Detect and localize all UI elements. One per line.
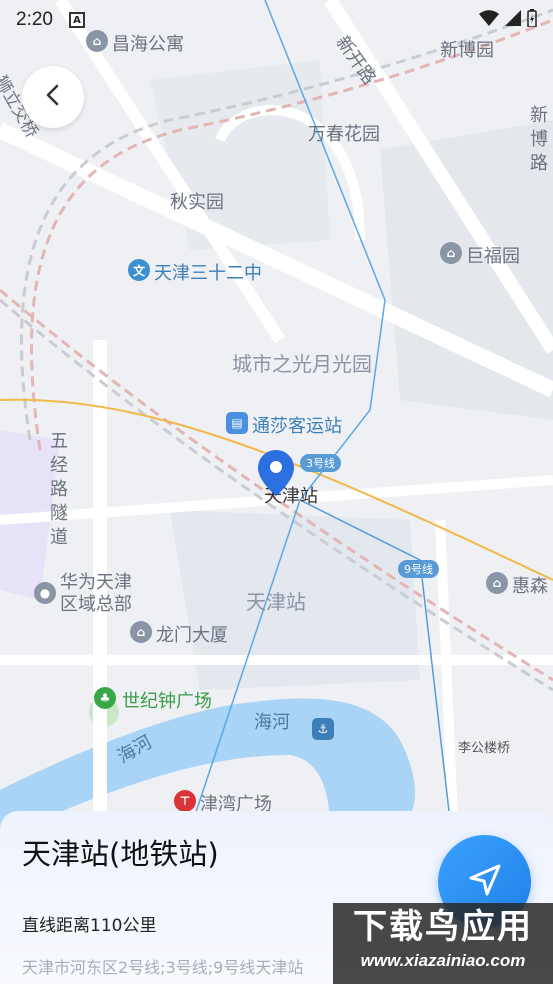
label-xinbo-road: 新博路 — [530, 105, 548, 174]
notification-icon: A — [68, 12, 85, 28]
label-century-clock: 世纪钟广场 — [122, 691, 212, 712]
label-jufu: 巨福园 — [466, 246, 520, 267]
label-longmen: 龙门大厦 — [156, 625, 228, 646]
navigation-arrow-icon — [467, 862, 503, 902]
watermark-url: www.xiazainiao.com — [360, 951, 526, 970]
status-time: 2:20 — [16, 9, 53, 30]
label-station-area: 天津站 — [246, 590, 306, 614]
line-9-tag: 9号线 — [398, 560, 439, 578]
label-tongsha: 通莎客运站 — [252, 416, 342, 437]
label-wanchun: 万春花园 — [308, 124, 380, 145]
anchor-icon: ⚓ — [312, 718, 334, 740]
label-haihe-1: 海河 — [254, 712, 290, 733]
label-huawei: 华为天津区域总部 — [60, 572, 132, 615]
building-icon: ⌂ — [486, 572, 508, 594]
place-address: 天津市河东区2号线;3号线;9号线天津站 — [22, 958, 304, 977]
bus-icon: ▤ — [226, 412, 248, 434]
back-button[interactable] — [22, 66, 84, 128]
watermark-logo: 下载鸟应用 www.xiazainiao.com — [333, 903, 553, 984]
wifi-icon — [479, 9, 499, 31]
building-icon: ⌂ — [440, 242, 462, 264]
line-3-tag: 3号线 — [300, 454, 341, 472]
signal-icon — [505, 9, 521, 31]
label-huisen: 惠森 — [512, 576, 548, 597]
watermark-title: 下载鸟应用 — [353, 907, 533, 947]
label-wujing-road: 五经路隧道 — [50, 431, 68, 548]
park-icon: ♣ — [94, 687, 116, 709]
school-icon: 文 — [128, 259, 150, 281]
label-city-light: 城市之光月光园 — [232, 352, 372, 376]
location-icon: ● — [34, 582, 56, 604]
status-bar: 2:20 A — [0, 0, 553, 40]
chevron-left-icon — [44, 84, 62, 110]
metro-icon: ⊤ — [174, 790, 196, 812]
battery-icon — [527, 8, 537, 32]
building-icon: ⌂ — [130, 621, 152, 643]
label-qiushi: 秋实园 — [170, 192, 224, 213]
label-school: 天津三十二中 — [154, 263, 262, 284]
label-ligonglou: 李公楼桥 — [458, 741, 511, 756]
